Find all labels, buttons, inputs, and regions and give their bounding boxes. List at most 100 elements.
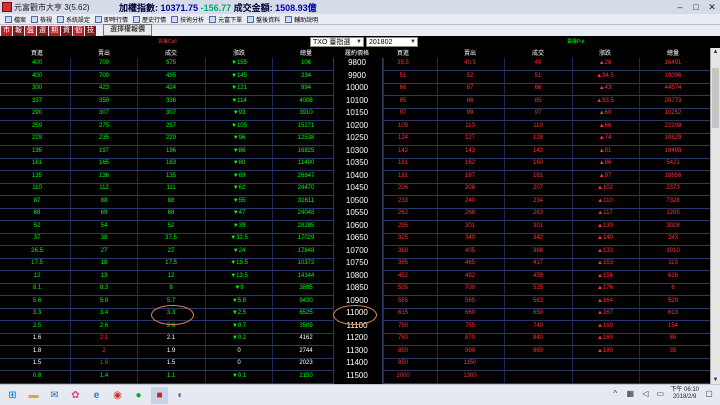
- put-last-header[interactable]: 成交: [532, 48, 544, 57]
- put-bid-header[interactable]: 買進: [397, 48, 409, 57]
- chevron-up-icon[interactable]: ^: [610, 389, 620, 399]
- clock[interactable]: 下午 06:10 2018/2/9: [670, 387, 699, 401]
- function-button-0[interactable]: 市: [1, 25, 12, 36]
- function-button-4[interactable]: 期: [49, 25, 60, 36]
- table-row[interactable]: 26.5 27 27 ▼24 17848 368 405 368 ▲133 1010 10700: [0, 245, 710, 259]
- call-ask-cell: 54: [100, 222, 108, 229]
- table-row[interactable]: 229 235 229 ▼96 12538 124 127 128 ▲74 10629 10250: [0, 133, 710, 146]
- call-ask-cell: 423: [98, 85, 110, 91]
- network-icon[interactable]: ▦: [625, 389, 635, 399]
- month-select[interactable]: 201802 ▼: [366, 37, 418, 47]
- function-button-1[interactable]: 報: [13, 25, 24, 36]
- menu-item-6[interactable]: 元富下單: [209, 15, 242, 24]
- function-button-2[interactable]: 盤: [25, 25, 36, 36]
- table-row[interactable]: 259 275 257 ▼105 15271 109 110 110 ▲66 22208 10200: [0, 120, 710, 134]
- call-volume-header[interactable]: 總量: [300, 48, 312, 57]
- menu-item-3[interactable]: 即時行情: [95, 15, 128, 24]
- table-row[interactable]: 135 136 135 ▼69 26847 181 187 181 ▲97 18656 10400: [0, 170, 710, 184]
- call-ask-cell: 235: [98, 135, 110, 141]
- function-button-7[interactable]: 技: [85, 25, 96, 36]
- menu-item-4[interactable]: 歷史行情: [133, 15, 166, 24]
- table-row[interactable]: 400 700 495 ▼145 234 51 52 51 ▲34.5 19096 9900: [0, 70, 710, 84]
- folder-icon[interactable]: ▬: [25, 387, 42, 404]
- call-last-header[interactable]: 成交: [165, 48, 177, 57]
- call-last-cell: 12: [167, 272, 175, 279]
- minimize-icon[interactable]: –: [672, 0, 688, 14]
- table-row[interactable]: 12 13 12 ▼13.5 14144 452 492 459 ▲156 626 10800: [0, 270, 710, 284]
- put-volume-cell: 5421: [666, 160, 680, 166]
- put-volume-header[interactable]: 總量: [667, 48, 679, 57]
- mail-icon[interactable]: ✉: [46, 387, 63, 404]
- put-change-cell: ▲117: [597, 210, 613, 216]
- stock-app-icon[interactable]: ■: [151, 386, 168, 404]
- put-volume-cell: 19096: [664, 72, 682, 79]
- internet-explorer-icon[interactable]: e: [88, 387, 105, 404]
- menu-item-icon: [247, 15, 255, 23]
- call-bid-header[interactable]: 買進: [31, 48, 43, 57]
- product-select[interactable]: TXO 臺指選 ▼: [310, 37, 364, 47]
- table-row[interactable]: 8.1 8.3 8 ▼9 3895 505 700 525 ▲176 6 10850: [0, 283, 710, 296]
- call-volume-cell: 24470: [297, 185, 315, 191]
- menu-item-0[interactable]: 檔案: [5, 15, 26, 24]
- menu-item-icon: [57, 15, 65, 23]
- maximize-icon[interactable]: □: [688, 0, 704, 14]
- put-last-cell: 960: [532, 347, 544, 354]
- scroll-thumb[interactable]: [712, 68, 719, 128]
- notification-icon[interactable]: ▢: [704, 389, 714, 399]
- table-row[interactable]: 37 38 37.5 ▼32.5 17029 325 340 342 ▲140 243 10650: [0, 233, 710, 246]
- call-bid-cell: 1.5: [32, 360, 42, 366]
- menu-item-2[interactable]: 系統設定: [57, 15, 90, 24]
- table-row[interactable]: 0.8 1.4 1.1 ▼0.1 2150 1000 1300 11500: [0, 370, 710, 384]
- put-bid-cell: 233: [397, 197, 409, 204]
- table-row[interactable]: 68 69 68 ▼47 24048 262 268 263 ▲117 1205 10550: [0, 208, 710, 221]
- scroll-up-icon[interactable]: ▲: [711, 48, 720, 56]
- table-row[interactable]: 110 112 111 ▼62 24470 206 208 207 ▲102 2373 10450: [0, 183, 710, 196]
- put-last-cell: 40: [534, 60, 542, 66]
- call-change-header[interactable]: 漲跌: [233, 48, 245, 57]
- table-row[interactable]: 161 165 163 ▼80 11490 161 162 160 ▲86 5421 10350: [0, 158, 710, 171]
- strike-price-cell: 10700: [345, 245, 369, 255]
- call-bid-cell: 110: [32, 185, 42, 191]
- call-ask-header[interactable]: 賣出: [98, 48, 110, 57]
- put-ask-cell: 1150: [463, 360, 477, 366]
- keyboard-icon[interactable]: ▭: [655, 389, 665, 399]
- menu-item-5[interactable]: 技術分析: [171, 15, 204, 24]
- put-ask-header[interactable]: 賣出: [464, 48, 476, 57]
- put-change-header[interactable]: 漲跌: [599, 48, 611, 57]
- table-row[interactable]: 17.5 18 17.5 ▼19.5 10372 385 465 417 ▲153 119 1075…: [0, 258, 710, 271]
- function-button-5[interactable]: 資: [61, 25, 72, 36]
- line-icon[interactable]: ●: [130, 387, 147, 404]
- function-button-6[interactable]: 個: [73, 25, 84, 36]
- menu-item-8[interactable]: 輔助說明: [285, 15, 318, 24]
- strike-header[interactable]: 履約價格: [345, 48, 369, 57]
- volume-icon[interactable]: ◁: [640, 389, 650, 399]
- table-row[interactable]: 87 88 88 ▼55 31611 233 240 234 ▲110 7328 10500: [0, 195, 710, 209]
- chrome-icon[interactable]: ◉: [109, 387, 126, 404]
- table-row[interactable]: 52 54 52 ▼39 28285 295 301 301 ▲130 3028 10600: [0, 220, 710, 234]
- vertical-scrollbar[interactable]: ▲ ▼: [710, 48, 720, 384]
- windows-start-icon[interactable]: ⊞: [4, 387, 21, 404]
- table-row[interactable]: 290 307 307 ▼93 3910 97 99 97 ▲60 10252 10150: [0, 108, 710, 121]
- menu-item-1[interactable]: 檢視: [31, 15, 52, 24]
- table-row[interactable]: 1.5 1.6 1.5 0 2023 950 1150 11400: [0, 358, 710, 371]
- menu-item-7[interactable]: 盤後資料: [247, 15, 280, 24]
- call-side-label: 買權Call: [158, 39, 177, 45]
- table-row[interactable]: 400 700 575 ▼155 106 39.5 40.5 40 ▲28 16491 9800: [0, 58, 710, 71]
- put-change-cell: ▲34.5: [596, 72, 614, 79]
- table-row[interactable]: 195 197 196 ▼86 16825 142 143 143 ▲81 19498 10300: [0, 145, 710, 159]
- call-bid-cell: 1.6: [32, 335, 42, 341]
- option-quote-button[interactable]: 選擇權報價: [103, 24, 152, 36]
- table-row[interactable]: 1.8 2 1.9 0 2744 850 990 960 ▲180 35 11300: [0, 345, 710, 359]
- close-icon[interactable]: ✕: [704, 0, 720, 14]
- call-volume-cell: 234: [300, 72, 312, 79]
- put-ask-cell: 162: [464, 160, 476, 166]
- browser-icon[interactable]: ◐: [172, 387, 189, 404]
- paint-icon[interactable]: ✿: [67, 387, 84, 404]
- table-row[interactable]: 1.6 2.1 2.1 ▼0.2 4162 780 870 840 ▲160 86 11200: [0, 333, 710, 346]
- function-button-3[interactable]: 選: [37, 25, 48, 36]
- table-row[interactable]: 337 350 336 ▼114 4008 85 86 85 ▲53.5 20773 10100: [0, 95, 710, 109]
- scroll-down-icon[interactable]: ▼: [711, 376, 720, 384]
- put-change-cell: ▲164: [597, 297, 613, 304]
- call-last-cell: 575: [165, 60, 177, 66]
- table-row[interactable]: 300 423 424 ▼121 994 66 67 66 ▲43 44574 10000: [0, 83, 710, 96]
